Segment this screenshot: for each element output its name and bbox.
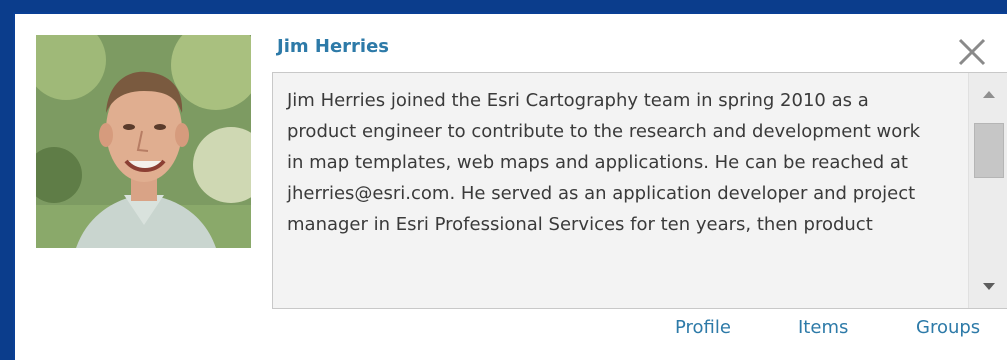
vertical-scrollbar[interactable] — [968, 73, 1007, 308]
popup-frame: Jim Herries Jim Herries joined the Esri … — [0, 0, 1007, 360]
profile-bio: Jim Herries joined the Esri Cartography … — [287, 90, 921, 235]
scroll-up-arrow-icon[interactable] — [969, 79, 1007, 109]
groups-link[interactable]: Groups — [916, 317, 980, 338]
scrollbar-thumb[interactable] — [974, 123, 1004, 178]
bio-scroll-panel[interactable]: Jim Herries joined the Esri Cartography … — [272, 72, 1007, 309]
profile-photo — [36, 35, 251, 248]
profile-name: Jim Herries — [277, 36, 390, 57]
close-icon[interactable] — [955, 35, 989, 69]
profile-link[interactable]: Profile — [675, 317, 731, 338]
items-link[interactable]: Items — [798, 317, 848, 338]
scroll-down-arrow-icon[interactable] — [969, 272, 1007, 302]
profile-card: Jim Herries Jim Herries joined the Esri … — [13, 12, 1007, 360]
